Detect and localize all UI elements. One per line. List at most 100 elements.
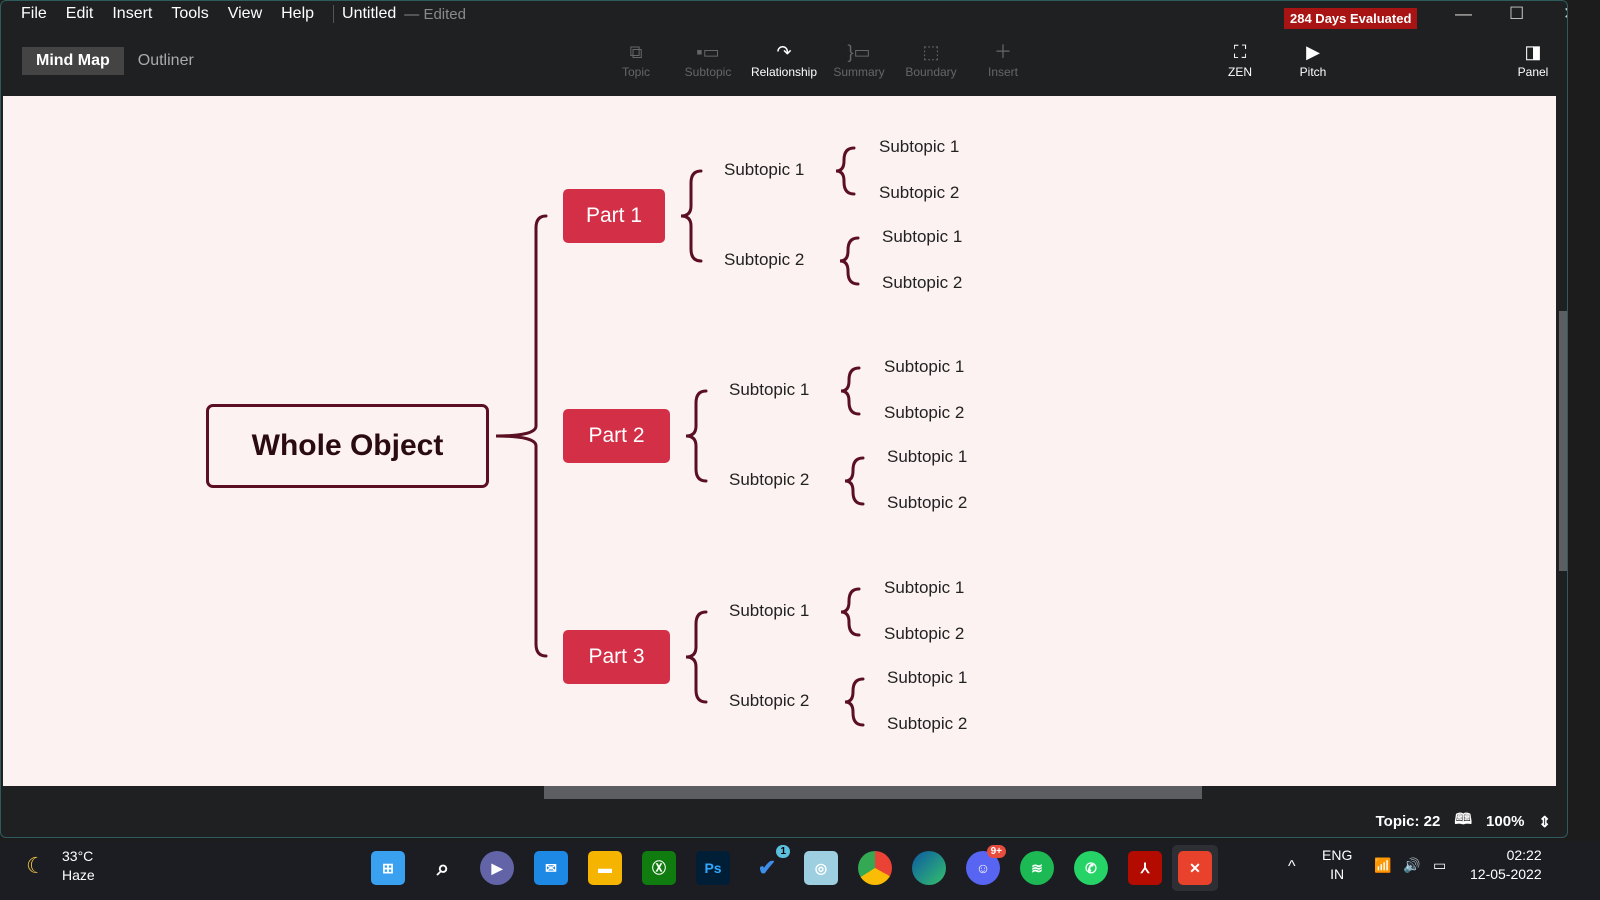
leaf-subtopic[interactable]: Subtopic 2	[879, 183, 959, 203]
tab-outliner[interactable]: Outliner	[124, 47, 208, 75]
minimize-button[interactable]: —	[1455, 4, 1472, 24]
leaf-subtopic[interactable]: Subtopic 2	[884, 403, 964, 423]
relationship-icon: ↷	[776, 42, 792, 62]
mind-map-canvas[interactable]: Whole Object Part 1 Subtopic 1 Subtopic 1 S…	[3, 96, 1556, 786]
discord-badge: 9+	[986, 845, 1006, 858]
todo-icon[interactable]: ✔ 1	[750, 845, 790, 885]
main-topic[interactable]: Part 2	[563, 409, 670, 463]
subtopic[interactable]: Subtopic 2	[729, 470, 809, 490]
horizontal-scrollbar[interactable]	[3, 786, 1556, 800]
horizontal-scroll-thumb[interactable]	[544, 786, 1202, 799]
subtopic-icon: ▪▭	[696, 42, 720, 62]
moon-icon: ☾	[26, 853, 46, 878]
subtopic[interactable]: Subtopic 1	[724, 160, 804, 180]
divider	[333, 5, 335, 23]
subtopic[interactable]: Subtopic 2	[729, 691, 809, 711]
xbox-icon[interactable]: Ⓧ	[642, 851, 676, 885]
panel-button[interactable]: ◨ Panel	[1493, 41, 1567, 79]
mail-icon[interactable]: ✉	[534, 851, 568, 885]
file-explorer-icon[interactable]: ▬	[588, 851, 622, 885]
zoom-level[interactable]: 100%	[1486, 813, 1524, 830]
bracket-line	[685, 389, 708, 483]
subtopic[interactable]: Subtopic 2	[724, 250, 804, 270]
menu-tools[interactable]: Tools	[171, 5, 208, 23]
bracket-line	[839, 236, 860, 286]
chevron-up-icon[interactable]: ^	[1288, 857, 1296, 876]
maximize-button[interactable]: ☐	[1509, 4, 1524, 24]
xmind-taskbar-button[interactable]: ✕	[1172, 845, 1218, 891]
search-icon[interactable]: ⌕	[426, 851, 460, 885]
bracket-line	[844, 456, 865, 506]
wifi-icon[interactable]: 📶	[1374, 856, 1391, 875]
main-topic[interactable]: Part 3	[563, 630, 670, 684]
menu-file[interactable]: File	[21, 5, 47, 23]
app-icon[interactable]: ◎	[804, 851, 838, 885]
status-bar: Topic: 22 🕮 100% ⇕	[1376, 809, 1551, 834]
bracket-line	[840, 366, 861, 416]
summary-icon: }▭	[847, 42, 871, 62]
bracket-line	[680, 169, 703, 263]
xmind-icon: ✕	[1178, 851, 1212, 885]
language-indicator[interactable]: ENG IN	[1322, 846, 1352, 884]
start-icon[interactable]: ⊞	[371, 851, 405, 885]
central-topic[interactable]: Whole Object	[206, 404, 489, 488]
topic-count: Topic: 22	[1375, 813, 1441, 830]
leaf-subtopic[interactable]: Subtopic 2	[882, 273, 962, 293]
leaf-subtopic[interactable]: Subtopic 1	[879, 137, 959, 157]
leaf-subtopic[interactable]: Subtopic 1	[884, 578, 964, 598]
weather-widget[interactable]: 33°C Haze	[62, 847, 95, 885]
zoom-stepper-icon[interactable]: ⇕	[1538, 813, 1551, 831]
leaf-subtopic[interactable]: Subtopic 1	[887, 668, 967, 688]
todo-badge: 1	[776, 845, 790, 858]
leaf-subtopic[interactable]: Subtopic 1	[884, 357, 964, 377]
document-status: — Edited	[404, 5, 466, 23]
zen-button[interactable]: ⛶ ZEN	[1200, 41, 1280, 79]
menu-view[interactable]: View	[228, 5, 262, 23]
edge-icon[interactable]	[912, 851, 946, 885]
discord-icon[interactable]: ☺ 9+	[966, 845, 1006, 885]
play-icon: ▶	[1306, 42, 1320, 62]
leaf-subtopic[interactable]: Subtopic 1	[887, 447, 967, 467]
menu-bar: File Edit Insert Tools View Help Untitle…	[21, 5, 466, 23]
bracket-line	[835, 146, 856, 196]
bracket-line	[495, 214, 548, 658]
vertical-scroll-thumb[interactable]	[1559, 311, 1567, 571]
volume-icon[interactable]: 🔊	[1403, 856, 1420, 875]
topic-icon: ⧉	[629, 42, 643, 62]
relationship-button[interactable]: ↷ Relationship	[744, 41, 824, 79]
battery-icon[interactable]: ▭	[1433, 856, 1446, 875]
close-button[interactable]: ✕	[1563, 4, 1567, 24]
plus-icon: ＋	[994, 42, 1012, 62]
menu-edit[interactable]: Edit	[66, 5, 94, 23]
photoshop-icon[interactable]: Ps	[696, 851, 730, 885]
leaf-subtopic[interactable]: Subtopic 1	[882, 227, 962, 247]
pitch-button[interactable]: ▶ Pitch	[1273, 41, 1353, 79]
acrobat-icon[interactable]: ⅄	[1128, 851, 1162, 885]
leaf-subtopic[interactable]: Subtopic 2	[887, 714, 967, 734]
fullscreen-icon: ⛶	[1233, 42, 1247, 62]
map-icon[interactable]: 🕮	[1454, 809, 1472, 834]
leaf-subtopic[interactable]: Subtopic 2	[884, 624, 964, 644]
menu-help[interactable]: Help	[281, 5, 314, 23]
chrome-icon[interactable]	[858, 851, 892, 885]
spotify-icon[interactable]: ≋	[1020, 851, 1054, 885]
topic-button[interactable]: ⧉ Topic	[596, 41, 676, 79]
bracket-line	[844, 677, 865, 727]
boundary-button[interactable]: ⬚ Boundary	[891, 41, 971, 79]
vertical-scrollbar[interactable]	[1556, 96, 1567, 786]
subtopic-button[interactable]: ▪▭ Subtopic	[668, 41, 748, 79]
app-window: File Edit Insert Tools View Help Untitle…	[0, 0, 1568, 838]
insert-button[interactable]: ＋ Insert	[963, 41, 1043, 79]
evaluation-badge[interactable]: 284 Days Evaluated	[1284, 8, 1418, 29]
teams-icon[interactable]: ▶	[480, 851, 514, 885]
main-topic[interactable]: Part 1	[563, 189, 665, 243]
subtopic[interactable]: Subtopic 1	[729, 380, 809, 400]
clock[interactable]: 02:22 12-05-2022	[1470, 846, 1542, 884]
subtopic[interactable]: Subtopic 1	[729, 601, 809, 621]
tab-mind-map[interactable]: Mind Map	[22, 47, 124, 75]
menu-insert[interactable]: Insert	[112, 5, 152, 23]
whatsapp-icon[interactable]: ✆	[1074, 851, 1108, 885]
bracket-line	[840, 587, 861, 637]
leaf-subtopic[interactable]: Subtopic 2	[887, 493, 967, 513]
summary-button[interactable]: }▭ Summary	[819, 41, 899, 79]
